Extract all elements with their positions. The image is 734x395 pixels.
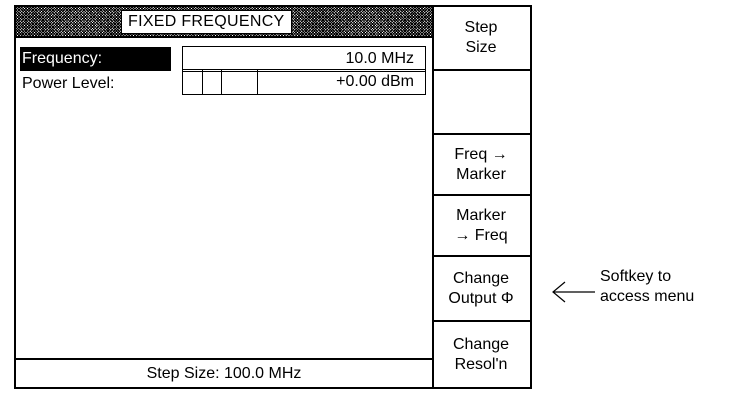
screen-title: FIXED FREQUENCY: [121, 10, 292, 34]
softkey-label-line1: Marker: [456, 206, 506, 224]
softkey-label-line2: Output Φ: [448, 289, 514, 307]
softkey-label-line2: → Freq: [454, 226, 508, 244]
softkey-label-line2: Resol'n: [454, 355, 508, 373]
softkey-blank[interactable]: [432, 71, 530, 135]
status-line: Step Size: 100.0 MHz: [16, 358, 432, 387]
power-level-cell: [183, 70, 203, 94]
softkey-freq-to-marker[interactable]: Freq → Marker: [432, 135, 530, 196]
instrument-screen: FIXED FREQUENCY Frequency: 10.0 MHz Powe…: [14, 5, 532, 389]
power-level-cell: [221, 70, 258, 94]
softkey-label-line1: Freq →: [454, 145, 508, 163]
annotation-line1: Softkey to: [600, 268, 672, 285]
title-bar: FIXED FREQUENCY: [16, 7, 432, 38]
power-level-row[interactable]: Power Level: +0.00 dBm: [16, 69, 432, 98]
frequency-value: 10.0 MHz: [345, 50, 414, 67]
softkey-label-line2: Marker: [456, 165, 506, 183]
softkey-change-output-phase[interactable]: Change Output Φ: [432, 257, 530, 322]
frequency-label[interactable]: Frequency:: [20, 47, 171, 71]
softkey-step-size[interactable]: Step Size: [432, 7, 530, 71]
power-level-value: +0.00 dBm: [336, 73, 414, 90]
softkey-label-line1: Step: [464, 19, 498, 36]
softkey-change-resolution[interactable]: Change Resol'n: [432, 322, 530, 387]
power-level-cell: [202, 70, 222, 94]
left-arrow-icon: [552, 281, 595, 303]
softkey-label-line1: Change: [452, 335, 510, 353]
main-display: FIXED FREQUENCY Frequency: 10.0 MHz Powe…: [16, 7, 434, 387]
softkey-label-line2: Size: [465, 39, 497, 56]
softkey-annotation: Softkey to access menu: [551, 267, 731, 317]
softkey-label-line1: Change: [452, 269, 510, 287]
softkey-marker-to-freq[interactable]: Marker → Freq: [432, 196, 530, 257]
annotation-text: Softkey to access menu: [600, 267, 694, 307]
power-level-label[interactable]: Power Level:: [20, 72, 117, 96]
annotation-line2: access menu: [600, 288, 695, 305]
power-level-value-box[interactable]: +0.00 dBm: [182, 69, 426, 95]
softkey-column: Step Size Freq → Marker Marker → Freq Ch…: [432, 7, 530, 387]
